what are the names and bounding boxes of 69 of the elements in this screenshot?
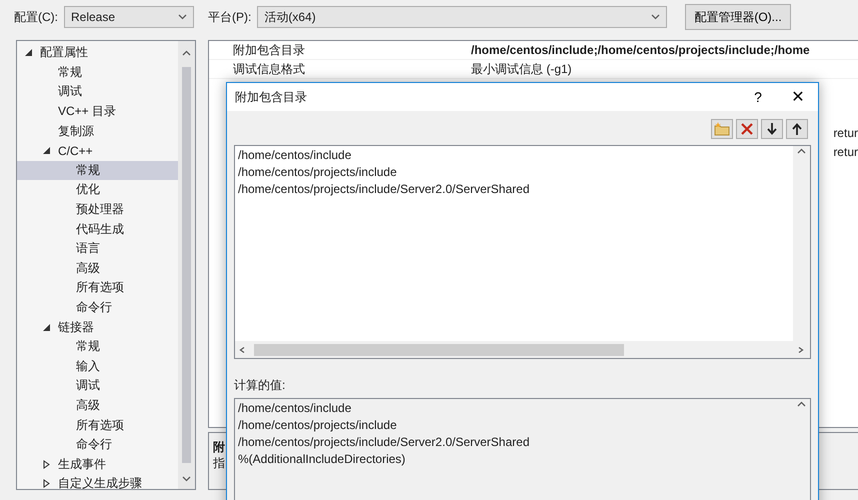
tree-item[interactable]: 常规 [17, 62, 178, 82]
tree-item[interactable]: 高级 [17, 258, 178, 278]
directory-entry[interactable]: /home/centos/projects/include [238, 164, 397, 181]
move-up-button[interactable] [786, 119, 808, 139]
property-name: 调试信息格式 [232, 60, 306, 78]
tree-item[interactable]: 代码生成 [17, 219, 178, 239]
property-name: 附加包含目录 [232, 42, 306, 58]
property-value: retur [833, 144, 858, 158]
tree-item[interactable]: 命令行 [17, 434, 178, 454]
directory-entry[interactable]: /home/centos/projects/include/Server2.0/ServerShared [238, 181, 530, 198]
tree-item[interactable]: 配置属性 [17, 43, 178, 63]
delete-icon [741, 123, 753, 135]
chevron-down-icon[interactable] [182, 476, 191, 482]
tree-item[interactable]: 输入 [17, 356, 178, 376]
computed-entry: /home/centos/projects/include [238, 417, 397, 434]
platform-label: 平台(P): [208, 8, 252, 26]
computed-entry: %(AdditionalIncludeDirectories) [238, 451, 406, 468]
tree-item[interactable]: 调试 [17, 82, 178, 102]
close-button[interactable]: ✕ [778, 83, 818, 111]
arrow-up-icon [792, 123, 802, 135]
tree-item[interactable]: 链接器 [17, 317, 178, 337]
delete-button[interactable] [736, 119, 758, 139]
tree-item[interactable]: 高级 [17, 396, 178, 416]
folder-icon [714, 122, 730, 136]
tree-item[interactable]: VC++ 目录 [17, 102, 178, 122]
chevron-right-icon[interactable] [797, 346, 806, 352]
config-dropdown[interactable]: Release [64, 6, 194, 28]
chevron-up-icon[interactable] [797, 401, 806, 407]
arrow-down-icon [767, 123, 777, 135]
tree-item[interactable]: 调试 [17, 376, 178, 396]
move-down-button[interactable] [761, 119, 783, 139]
tree-item[interactable]: 优化 [17, 180, 178, 200]
config-label: 配置(C): [14, 8, 58, 26]
property-value: /home/centos/include;/home/centos/projects/include;/home [471, 43, 810, 57]
tree-item[interactable]: 生成事件 [17, 454, 178, 474]
computed-entry: /home/centos/projects/include/Server2.0/ServerShared [238, 434, 530, 451]
chevron-up-icon[interactable] [182, 50, 191, 56]
tree-item[interactable]: 自定义生成步骤 [17, 474, 178, 494]
computed-values-label: 计算的值: [234, 378, 286, 392]
tree-item[interactable]: 所有选项 [17, 415, 178, 435]
chevron-down-icon[interactable] [178, 14, 187, 20]
directory-entry[interactable]: /home/centos/include [238, 147, 352, 164]
tree-item[interactable]: 所有选项 [17, 278, 178, 298]
help-button[interactable]: ? [738, 83, 778, 111]
description-title: 附 [213, 439, 225, 455]
directory-list[interactable]: /home/centos/include /home/centos/projects/include /home/centos/projects/include/Server2.0/ServerShared [234, 145, 811, 359]
property-value: 最小调试信息 (-g1) [471, 60, 572, 78]
tree-item[interactable]: C/C++ [17, 140, 178, 161]
platform-dropdown[interactable]: 活动(x64) [257, 6, 668, 28]
expanded-arrow-icon[interactable] [25, 49, 32, 56]
configuration-manager-button[interactable]: 配置管理器(O)... [685, 4, 791, 30]
tree-item[interactable]: 常规 [17, 160, 178, 180]
collapsed-arrow-icon[interactable] [43, 479, 50, 488]
collapsed-arrow-icon[interactable] [43, 460, 50, 469]
dialog-title: 附加包含目录 [235, 88, 308, 106]
description-text: 指 [213, 455, 225, 471]
expanded-arrow-icon[interactable] [43, 324, 50, 331]
tree-item[interactable]: 常规 [17, 336, 178, 356]
computed-entry: /home/centos/include [238, 400, 352, 417]
chevron-up-icon[interactable] [797, 148, 806, 154]
tree-item[interactable]: 预处理器 [17, 200, 178, 220]
horizontal-scrollbar[interactable] [235, 341, 810, 358]
chevron-down-icon[interactable] [651, 14, 660, 20]
tree-item[interactable]: 命令行 [17, 298, 178, 318]
tree-item[interactable]: 语言 [17, 238, 178, 259]
expanded-arrow-icon[interactable] [43, 147, 50, 154]
scrollbar[interactable] [178, 41, 195, 489]
property-value: retur [833, 126, 858, 140]
tree-item[interactable]: 复制源 [17, 121, 178, 141]
